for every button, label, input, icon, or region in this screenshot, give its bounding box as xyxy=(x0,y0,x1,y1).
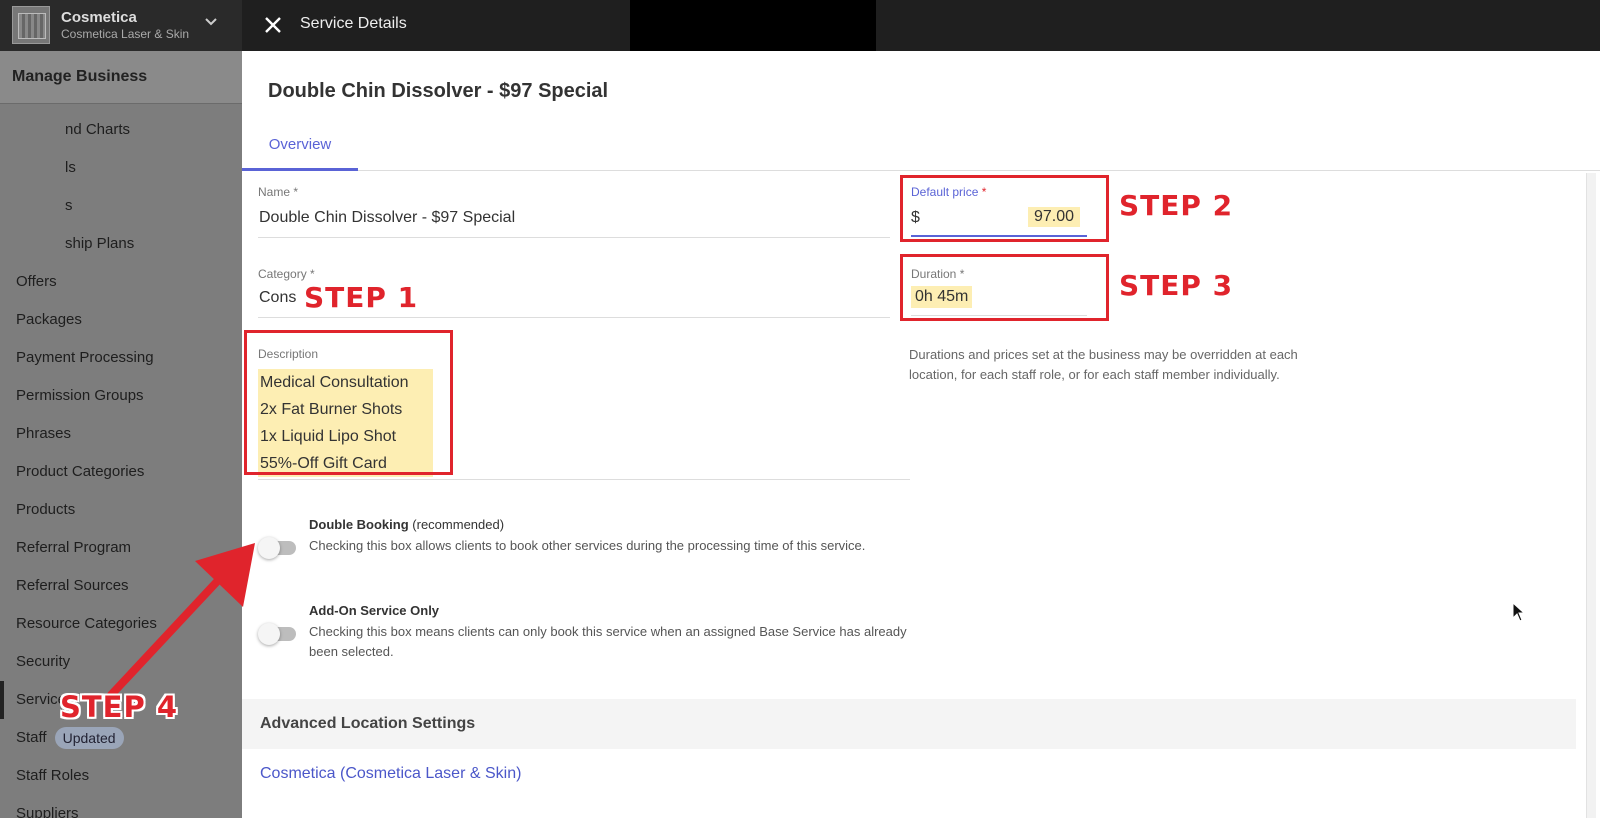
sidebar-item-permission-groups[interactable]: Permission Groups xyxy=(0,377,242,415)
sidebar-item-packages[interactable]: Packages xyxy=(0,301,242,339)
step-2-annotation: STEP 2 xyxy=(1119,189,1234,222)
advanced-location-settings-header[interactable]: Advanced Location Settings xyxy=(242,699,1576,749)
double-booking-toggle[interactable] xyxy=(258,537,296,559)
step-1-annotation: STEP 1 xyxy=(304,281,419,314)
service-details-panel: Double Chin Dissolver - $97 Special Over… xyxy=(242,51,1600,818)
addon-service-toggle[interactable] xyxy=(258,623,296,645)
tab-overview[interactable]: Overview xyxy=(242,123,358,171)
redacted-block xyxy=(630,0,876,51)
location-link[interactable]: Cosmetica (Cosmetica Laser & Skin) xyxy=(260,765,521,783)
sidebar-item-phrases[interactable]: Phrases xyxy=(0,415,242,453)
description-underline xyxy=(258,479,910,480)
step-4-annotation: STEP 4 xyxy=(60,690,179,724)
sidebar-item-partial-2[interactable]: s xyxy=(0,187,242,225)
sidebar-item-partial-1[interactable]: ls xyxy=(0,149,242,187)
double-booking-title: Double Booking (recommended) xyxy=(309,517,505,532)
category-underline xyxy=(258,317,890,318)
sidebar-item-suppliers[interactable]: Suppliers xyxy=(0,795,242,818)
name-input[interactable]: Double Chin Dissolver - $97 Special xyxy=(259,209,515,227)
panel-title: Service Details xyxy=(300,15,407,32)
mouse-cursor-icon xyxy=(1512,602,1526,622)
category-select[interactable]: Cons xyxy=(259,289,296,307)
addon-service-title: Add-On Service Only xyxy=(309,603,440,618)
name-label: Name * xyxy=(258,185,299,199)
step-1-highlight-box xyxy=(244,330,453,475)
override-helper-text: Durations and prices set at the business… xyxy=(909,347,1298,382)
category-label: Category * xyxy=(258,267,315,281)
updated-badge: Updated xyxy=(54,727,124,750)
business-logo xyxy=(12,6,50,44)
step-3-annotation: STEP 3 xyxy=(1119,269,1234,302)
sidebar-item-offers[interactable]: Offers xyxy=(0,263,242,301)
chevron-down-icon[interactable] xyxy=(204,14,218,28)
top-bar: Cosmetica Cosmetica Laser & Skin Service… xyxy=(0,0,1600,51)
business-switcher[interactable]: Cosmetica Cosmetica Laser & Skin xyxy=(0,0,242,51)
sidebar-item-products[interactable]: Products xyxy=(0,491,242,529)
addon-service-description: Checking this box means clients can only… xyxy=(309,624,907,659)
service-title: Double Chin Dissolver - $97 Special xyxy=(268,80,609,102)
step-3-highlight-box xyxy=(900,254,1109,321)
sidebar-item-staff[interactable]: Staff Updated xyxy=(0,719,242,757)
sidebar-item-membership-plans[interactable]: ship Plans xyxy=(0,225,242,263)
business-subtitle: Cosmetica Laser & Skin xyxy=(61,27,190,41)
double-booking-description: Checking this box allows clients to book… xyxy=(309,538,866,553)
sidebar-item-product-categories[interactable]: Product Categories xyxy=(0,453,242,491)
sidebar-item-forms-charts[interactable]: nd Charts xyxy=(0,111,242,149)
sidebar-item-staff-roles[interactable]: Staff Roles xyxy=(0,757,242,795)
close-icon[interactable] xyxy=(262,14,284,36)
name-underline xyxy=(258,237,890,238)
scrollbar[interactable] xyxy=(1586,173,1596,818)
step-4-arrow-icon xyxy=(107,543,255,699)
tab-bar: Overview xyxy=(242,123,1600,171)
business-name: Cosmetica xyxy=(61,9,137,26)
sidebar-header: Manage Business xyxy=(0,51,242,104)
sidebar-item-payment-processing[interactable]: Payment Processing xyxy=(0,339,242,377)
step-2-highlight-box xyxy=(900,175,1109,242)
